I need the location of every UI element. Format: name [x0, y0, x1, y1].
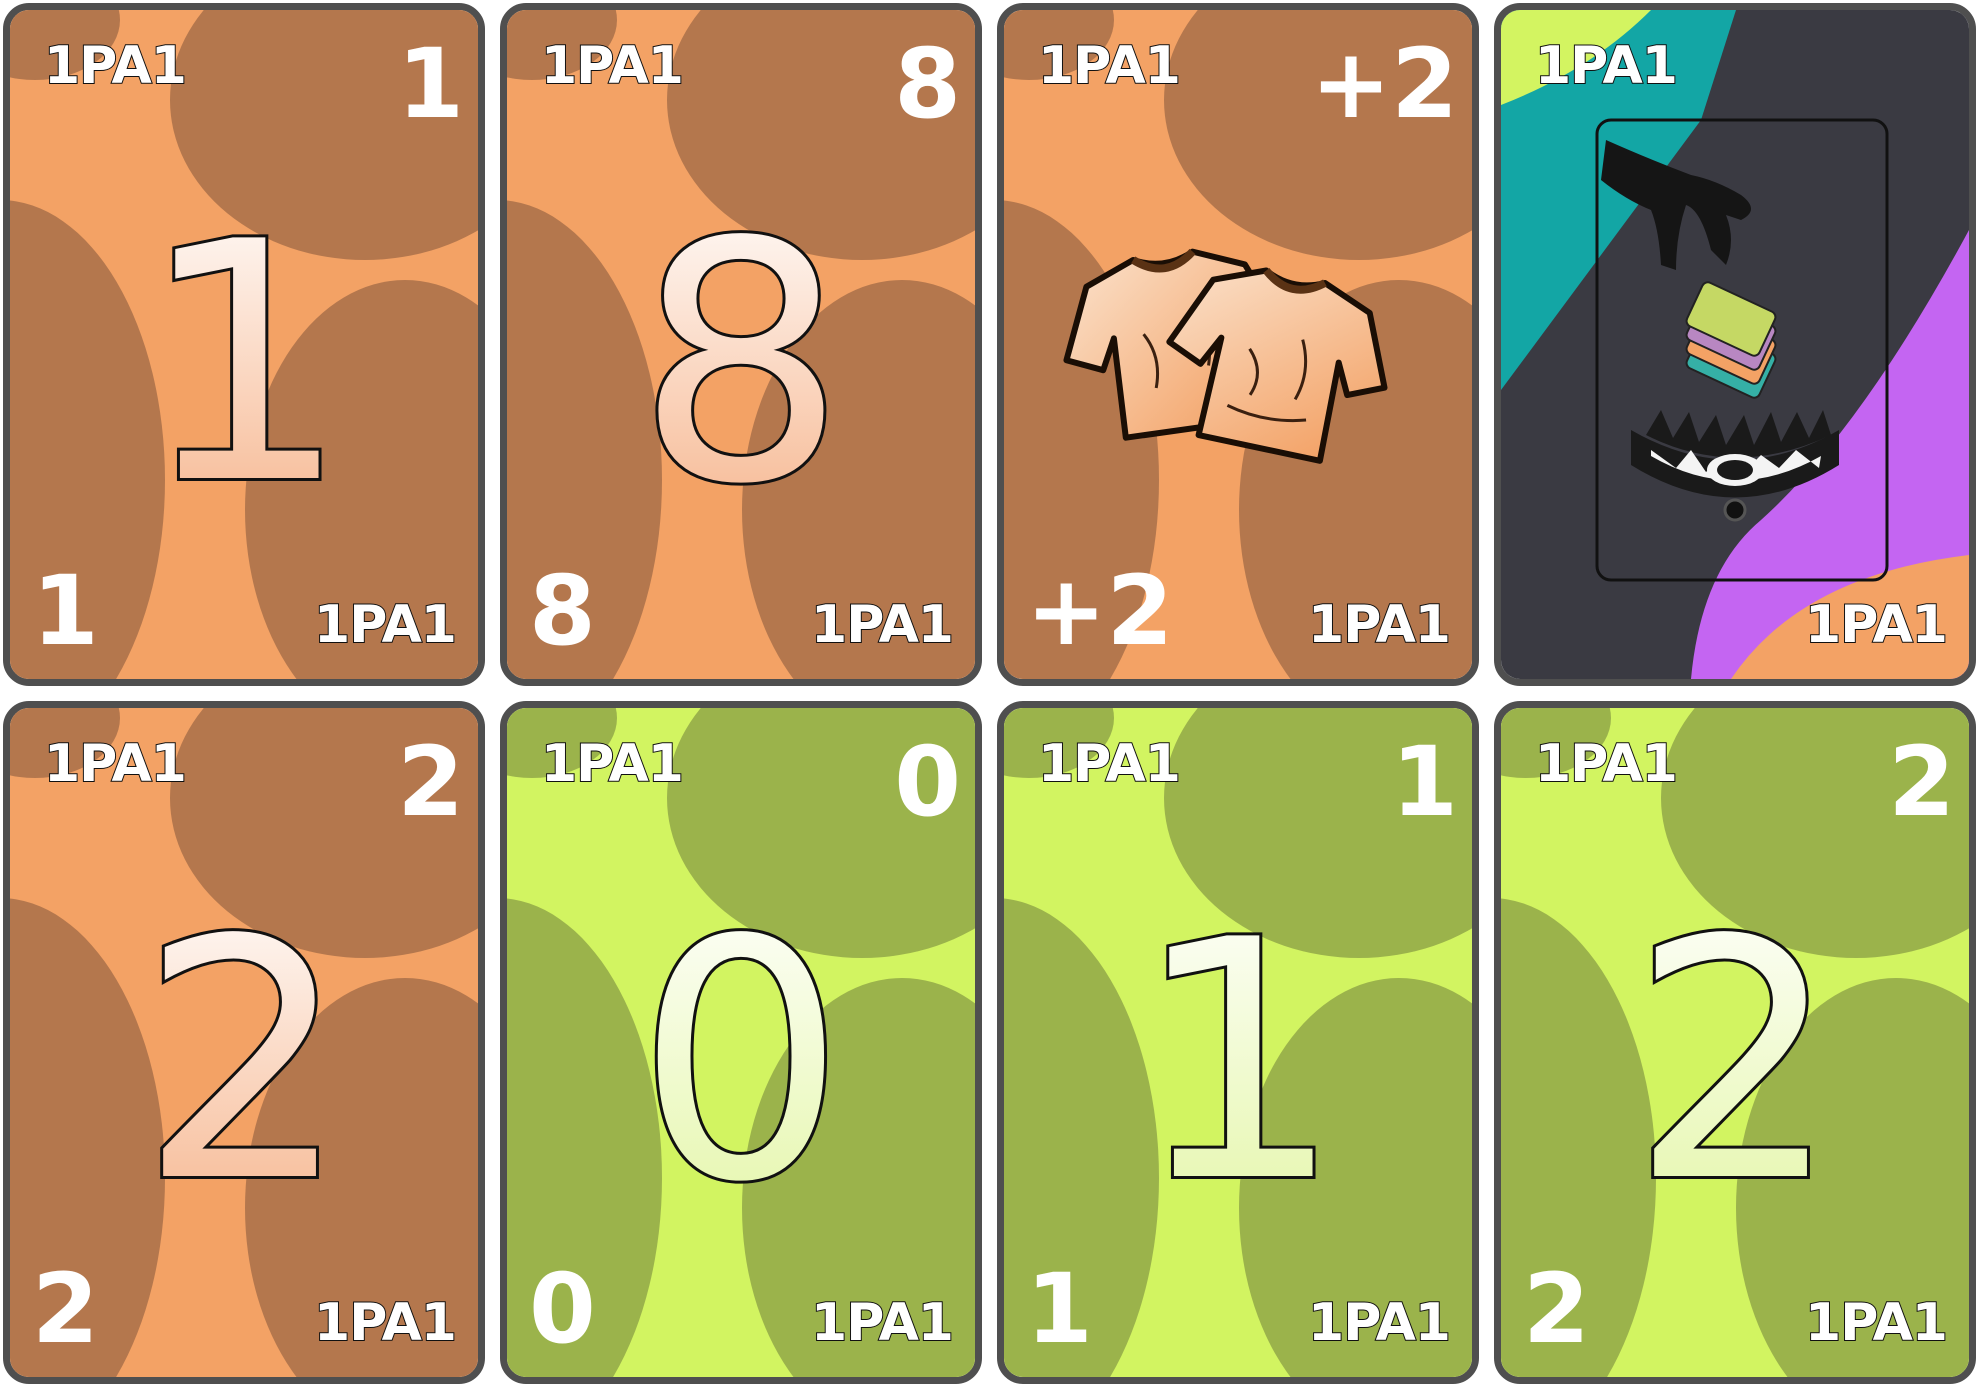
value-top-right: 0 [894, 726, 961, 838]
brand-label-bottom: 1PA1 [313, 595, 458, 655]
card-green-0[interactable]: 0 1PA1 0 0 1PA1 [500, 701, 982, 1384]
card-green-2[interactable]: 2 1PA1 2 2 1PA1 [1494, 701, 1976, 1384]
value-top-right: 2 [1888, 726, 1955, 838]
value-top-right: +2 [1310, 28, 1458, 140]
card-orange-1[interactable]: 1 1PA1 1 1 1PA1 [3, 3, 485, 686]
brand-label-bottom: 1PA1 [1307, 1293, 1452, 1353]
hand-stack-trap-icon [1601, 140, 1839, 522]
value-bottom-left: 1 [1026, 1253, 1093, 1365]
brand-label-top: 1PA1 [1534, 734, 1679, 794]
brand-label-bottom: 1PA1 [1804, 595, 1949, 655]
svg-text:1: 1 [139, 172, 349, 556]
brand-label-top: 1PA1 [43, 36, 188, 96]
svg-text:0: 0 [636, 870, 846, 1254]
value-bottom-left: 8 [529, 555, 596, 667]
card-orange-2[interactable]: 2 1PA1 2 2 1PA1 [3, 701, 485, 1384]
value-bottom-left: +2 [1026, 555, 1174, 667]
value-bottom-left: 2 [1523, 1253, 1590, 1365]
svg-text:1: 1 [1133, 870, 1343, 1254]
brand-label-top: 1PA1 [1037, 36, 1182, 96]
value-top-right: 8 [894, 28, 961, 140]
brand-label-top: 1PA1 [540, 36, 685, 96]
card-orange-8[interactable]: 8 1PA1 8 8 1PA1 [500, 3, 982, 686]
brand-label-bottom: 1PA1 [1307, 595, 1452, 655]
value-top-right: 2 [397, 726, 464, 838]
value-top-right: 1 [1391, 726, 1458, 838]
brand-label-bottom: 1PA1 [810, 1293, 955, 1353]
brand-label-bottom: 1PA1 [810, 595, 955, 655]
svg-text:2: 2 [139, 870, 349, 1254]
svg-text:8: 8 [636, 172, 846, 556]
value-bottom-left: 2 [32, 1253, 99, 1365]
value-bottom-left: 0 [529, 1253, 596, 1365]
brand-label-top: 1PA1 [43, 734, 188, 794]
brand-label-top: 1PA1 [1037, 734, 1182, 794]
brand-label-top: 1PA1 [540, 734, 685, 794]
value-bottom-left: 1 [32, 555, 99, 667]
card-orange-draw-two[interactable]: 1PA1 +2 +2 1PA1 [997, 3, 1479, 686]
svg-text:2: 2 [1630, 870, 1840, 1254]
card-wild[interactable]: 1PA1 1PA1 [1494, 3, 1976, 686]
card-green-1[interactable]: 1 1PA1 1 1 1PA1 [997, 701, 1479, 1384]
brand-label-top: 1PA1 [1534, 36, 1679, 96]
brand-label-bottom: 1PA1 [313, 1293, 458, 1353]
value-top-right: 1 [397, 28, 464, 140]
brand-label-bottom: 1PA1 [1804, 1293, 1949, 1353]
